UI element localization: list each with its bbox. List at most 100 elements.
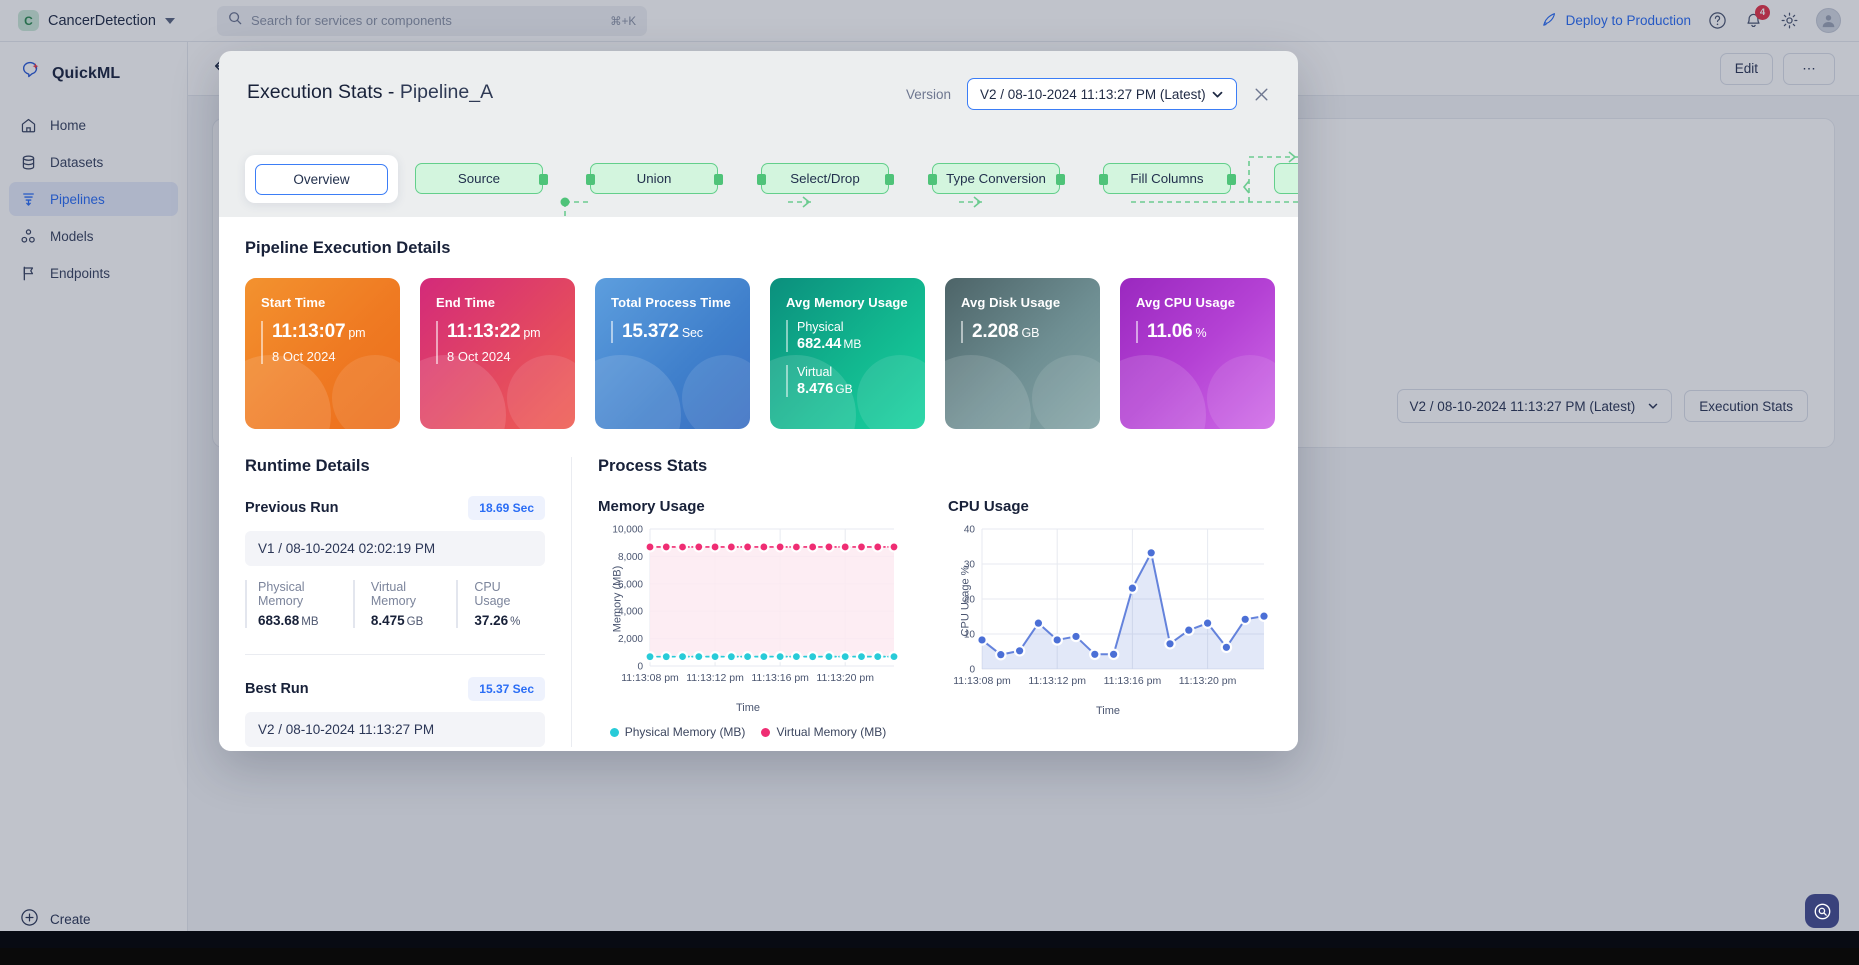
stat-card-label: Start Time [261,295,326,310]
svg-text:10,000: 10,000 [612,525,643,536]
help-icon[interactable] [1708,11,1727,30]
run-metric-value: 8.475 [370,613,405,628]
stat-card-total-process-time: Total Process Time 15.372 Sec [595,278,750,429]
tab-overview[interactable]: Overview [255,163,388,195]
overview-tab-wrapper: Overview [245,155,398,203]
svg-text:11:13:12 pm: 11:13:12 pm [1028,675,1086,687]
stage-node-type-conversion[interactable]: Type Conversion [932,163,1060,194]
notifications-icon[interactable]: 4 [1744,5,1770,30]
legend-color-dot [761,727,771,737]
stage-label: Select/Drop [790,171,860,186]
svg-text:40: 40 [964,525,976,536]
stage-node-fill-columns[interactable]: Fill Columns [1103,163,1231,194]
chart-x-axis-title: Time [735,702,761,714]
chevron-down-icon [1648,403,1658,409]
stat-card-label: Avg CPU Usage [1136,295,1236,310]
run-version: V1 / 08-10-2024 02:02:19 PM [245,531,545,566]
modal-header-actions: Version V2 / 08-10-2024 11:13:27 PM (Lat… [906,78,1270,110]
memory-chart-area: Memory (MB) 0 2,000 4,000 6,000 8,000 10,000 1… [598,521,922,714]
cpu-chart-area: CPU Usage % 0 10 20 30 40 11:13:08 pm 11:13:12… [948,521,1272,717]
runtime-details-title: Runtime Details [245,457,370,475]
modal-body: Pipeline Execution Details Start Time 11… [219,217,1298,751]
stat-card-label: End Time [436,295,496,310]
modal-header: Execution Stats - Pipeline_A Version V2 … [219,51,1298,131]
org-switcher[interactable]: C CancerDetection [18,10,175,31]
svg-text:11:13:12 pm: 11:13:12 pm [686,672,744,684]
search-placeholder: Search for services or components [251,13,452,28]
stage-node-source[interactable]: Source [415,163,543,194]
close-icon[interactable] [1253,86,1270,103]
charts-row: Memory Usage Memory (MB) 0 2,000 4,000 6,00… [598,498,1272,739]
run-metric-unit: % [510,616,521,628]
sidebar-item-models[interactable]: Models [9,219,178,253]
settings-gear-icon[interactable] [1780,11,1799,30]
pipeline-execution-details-title: Pipeline Execution Details [245,239,451,257]
run-metric-value: 37.26 [474,613,509,628]
chart-y-axis-title: Memory (MB) [611,565,624,633]
legend-label: Virtual Memory (MB) [776,725,887,739]
chart-title: CPU Usage [948,498,1029,515]
previous-run-row: Previous Run 18.69 Sec [245,496,545,520]
search-shortcut: ⌘+K [610,15,636,28]
home-icon [20,117,37,134]
stage-node-ca[interactable]: Ca [1274,163,1298,194]
memory-row-label: Virtual [797,365,833,379]
search-input[interactable]: Search for services or components ⌘+K [217,5,647,36]
deploy-to-production-button[interactable]: Deploy to Production [1542,11,1691,30]
page-header-actions: Edit ⋯ [1719,52,1835,85]
sidebar-item-home[interactable]: Home [9,108,178,142]
runtime-details-panel: Runtime Details Previous Run 18.69 Sec V… [245,457,545,747]
svg-text:8,000: 8,000 [618,552,643,563]
edit-button[interactable]: Edit [1719,52,1773,85]
svg-text:11:13:16 pm: 11:13:16 pm [1104,675,1162,687]
sidebar: QuickML Home Datasets Pipelines Models E… [0,42,188,948]
stage-junction-dot [560,197,570,207]
sidebar-item-endpoints[interactable]: Endpoints [9,256,178,290]
stage-port [1227,173,1236,185]
os-taskbar [0,931,1859,948]
run-metric: Physical Memory 683.68 MB [245,580,353,628]
stage-node-union[interactable]: Union [590,163,718,194]
run-version: V2 / 08-10-2024 11:13:27 PM [245,712,545,747]
sidebar-item-label: Models [50,228,94,244]
version-label: Version [905,86,951,102]
memory-row-unit: MB [843,337,862,351]
modal-title-sub: Pipeline_A [399,81,494,103]
stat-card-unit: pm [348,326,366,340]
sidebar-item-label: Datasets [50,154,104,170]
sidebar-item-pipelines[interactable]: Pipelines [9,182,178,216]
sidebar-item-datasets[interactable]: Datasets [9,145,178,179]
help-search-fab[interactable] [1805,894,1839,928]
svg-text:2,000: 2,000 [618,634,643,645]
stat-cards: Start Time 11:13:07 pm 8 Oct 2024 End Tim… [219,278,1298,429]
notification-badge: 4 [1755,5,1770,20]
page-version-select[interactable]: V2 / 08-10-2024 11:13:27 PM (Latest) [1396,389,1673,423]
stage-label: Source [457,171,501,186]
run-metric-unit: GB [406,616,424,628]
stat-card-unit: pm [523,326,541,340]
org-name: CancerDetection [48,12,156,29]
database-icon [20,154,37,171]
stage-label: Fill Columns [1130,171,1204,186]
org-avatar: C [18,10,39,31]
app-root: C CancerDetection Search for services or… [0,0,1859,948]
version-select[interactable]: V2 / 08-10-2024 11:13:27 PM (Latest) [967,78,1237,110]
stat-card-end-time: End Time 11:13:22 pm 8 Oct 2024 [420,278,575,429]
process-stats-title: Process Stats [598,457,708,475]
brand-logo: QuickML [0,48,187,105]
create-button[interactable]: Create [0,908,111,930]
run-metrics: Physical Memory 683.68 MB Virtual Memory … [245,580,545,628]
execution-stats-button[interactable]: Execution Stats [1684,390,1808,422]
run-metric-unit: MB [301,616,319,628]
deploy-label: Deploy to Production [1565,13,1691,28]
sidebar-item-label: Pipelines [50,191,105,207]
vertical-divider [571,457,572,747]
run-name: Best Run [245,681,309,697]
stage-node-select-drop[interactable]: Select/Drop [761,163,889,194]
sidebar-item-label: Endpoints [50,265,111,281]
user-avatar[interactable] [1816,8,1841,33]
brand-name: QuickML [52,64,121,82]
more-options-button[interactable]: ⋯ [1783,52,1835,85]
legend-label: Physical Memory (MB) [624,725,746,739]
legend-color-dot [609,727,619,737]
